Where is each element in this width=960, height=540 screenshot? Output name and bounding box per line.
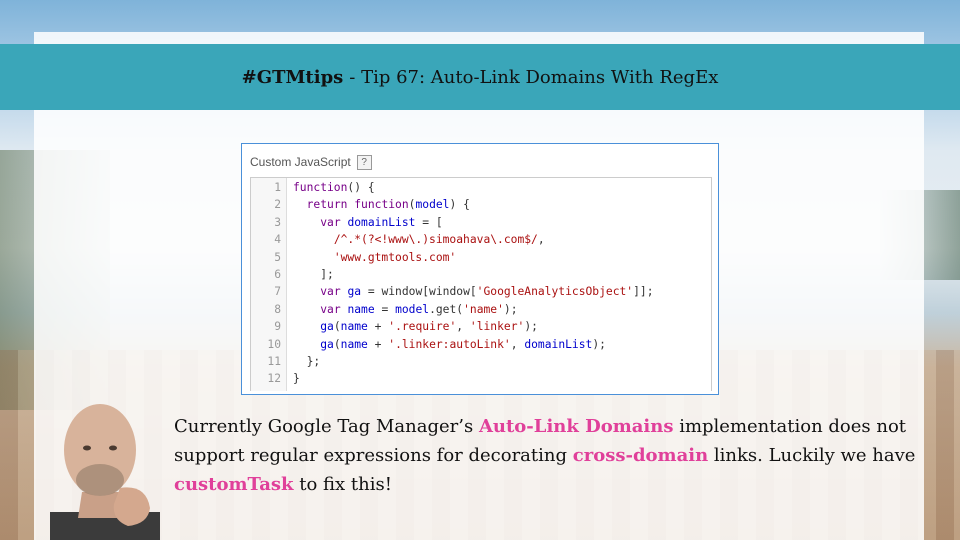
presenter-eye-right <box>109 445 117 451</box>
code-token: , <box>537 233 545 247</box>
description-text-1: Currently Google Tag Manager’s <box>174 416 479 437</box>
line-number: 1 <box>274 181 281 194</box>
code-token: return <box>306 198 348 212</box>
code-token: ( <box>333 320 341 334</box>
code-token: ); <box>503 302 518 316</box>
code-token: ( <box>333 337 341 351</box>
code-token: = <box>374 302 396 316</box>
title-banner: #GTMtips - Tip 67: Auto-Link Domains Wit… <box>0 44 960 110</box>
code-token: '.require' <box>388 320 457 334</box>
code-text: return function(model) { <box>293 196 470 213</box>
code-token: ga <box>320 320 334 334</box>
code-token: ]; <box>293 268 334 281</box>
code-token: ga <box>347 285 362 299</box>
code-token: domainList <box>347 215 416 229</box>
code-token: 'name' <box>463 302 504 316</box>
code-token: , <box>510 337 525 351</box>
code-text: var ga = window[window['GoogleAnalyticsO… <box>293 283 654 300</box>
code-text: var domainList = [ <box>293 214 443 231</box>
code-token: var <box>320 215 341 229</box>
code-token: .get( <box>429 302 464 316</box>
code-token: '.linker:autoLink' <box>388 337 511 351</box>
help-icon[interactable]: ? <box>356 154 372 170</box>
title-text: - Tip 67: Auto-Link Domains With RegEx <box>349 66 719 88</box>
code-token: model <box>415 198 450 212</box>
code-token: function <box>293 181 348 194</box>
code-token: model <box>395 302 430 316</box>
line-number: 12 <box>267 372 281 386</box>
code-editor[interactable]: 1 function() {2 return function(model) {3… <box>250 177 712 391</box>
code-token: function <box>354 198 409 212</box>
code-token: ); <box>592 337 606 351</box>
presenter-beard <box>76 464 124 496</box>
presenter-photo <box>50 404 160 540</box>
code-token: + <box>367 337 389 351</box>
code-token: 'GoogleAnalyticsObject' <box>476 285 634 299</box>
code-token: }; <box>293 355 321 368</box>
code-token: /^.*(?<!www\.)simoahava\.com$/ <box>333 233 538 247</box>
code-token: ) { <box>449 198 470 212</box>
code-token: ga <box>320 337 334 351</box>
line-number: 13 <box>251 388 281 391</box>
code-text: 'www.gtmtools.com' <box>293 249 456 266</box>
code-token: name <box>347 302 375 316</box>
line-number: 2 <box>274 198 281 212</box>
code-text: var name = model.get('name'); <box>293 301 518 318</box>
code-text: /^.*(?<!www\.)simoahava\.com$/, <box>293 231 545 248</box>
line-number: 3 <box>274 215 281 229</box>
code-token: } <box>293 372 300 386</box>
title-hashtag: #GTMtips <box>241 66 344 88</box>
presenter-eye-left <box>83 445 91 451</box>
line-number: 10 <box>267 337 281 351</box>
description-text-4: to fix this! <box>293 474 392 495</box>
code-text: function() { <box>293 179 375 196</box>
line-number: 9 <box>274 320 281 334</box>
line-number: 6 <box>274 268 281 281</box>
code-text: ga(name + '.require', 'linker'); <box>293 318 538 335</box>
code-token: 'www.gtmtools.com' <box>333 250 457 264</box>
code-token: + <box>367 320 389 334</box>
code-panel-header: Custom JavaScript ? <box>250 153 372 171</box>
custom-javascript-panel: Custom JavaScript ? 1 function() {2 retur… <box>241 143 719 395</box>
description-text-3: links. Luckily we have <box>708 445 916 466</box>
code-token: () { <box>347 181 375 194</box>
line-number: 5 <box>274 250 281 264</box>
code-token: var <box>320 302 341 316</box>
code-token: 'linker' <box>469 320 525 334</box>
line-number: 4 <box>274 233 281 247</box>
code-token: ); <box>524 320 538 334</box>
code-token: var <box>320 285 341 299</box>
code-token: domainList <box>524 337 593 351</box>
description-paragraph: Currently Google Tag Manager’s Auto-Link… <box>174 412 924 499</box>
highlight-cross-domain: cross-domain <box>572 445 709 466</box>
line-number: 11 <box>267 355 281 368</box>
code-token: ]]; <box>633 285 654 299</box>
code-text: ga(name + '.linker:autoLink', domainList… <box>293 336 606 353</box>
code-text: } <box>293 370 300 387</box>
highlight-customtask: customTask <box>174 474 294 495</box>
line-number: 8 <box>274 302 281 316</box>
code-token: name <box>340 337 368 351</box>
line-number: 7 <box>274 285 281 299</box>
code-text: ]; <box>293 266 334 283</box>
highlight-auto-link-domains: Auto-Link Domains <box>478 416 674 437</box>
code-token: = window[window[ <box>361 285 477 299</box>
code-token: = [ <box>415 215 443 229</box>
code-panel-label: Custom JavaScript <box>250 155 351 169</box>
code-token: , <box>456 320 470 334</box>
code-token: name <box>340 320 368 334</box>
code-text: }; <box>293 353 321 370</box>
